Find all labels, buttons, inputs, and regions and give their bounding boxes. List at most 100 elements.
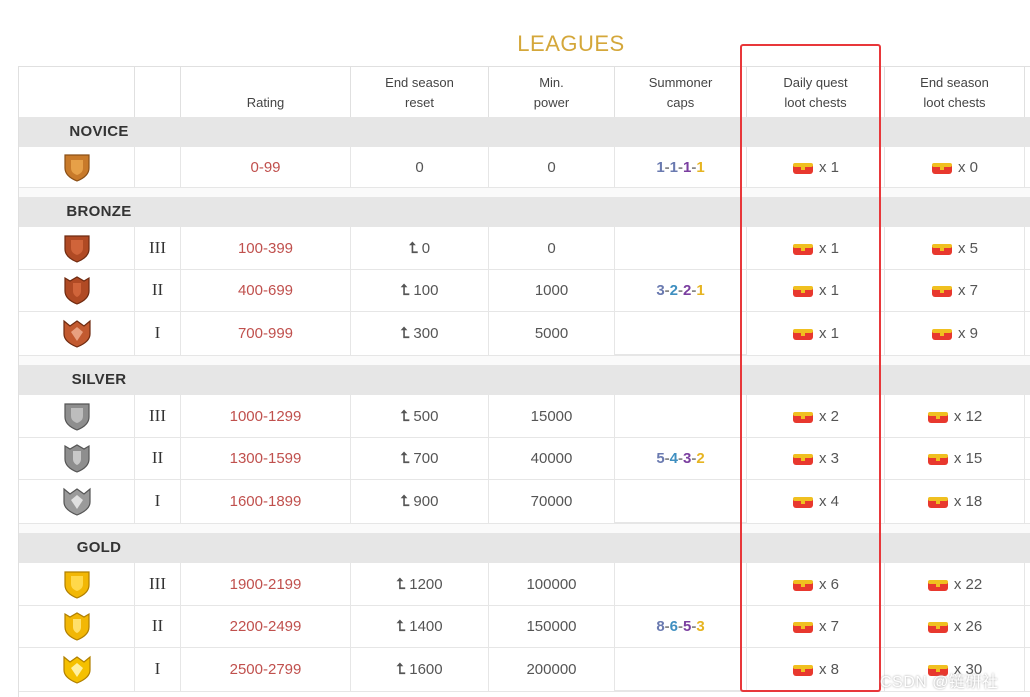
- min-power: 0: [489, 147, 615, 187]
- header-summoner-caps: Summoner caps: [615, 67, 747, 117]
- daily-quest-highlight-box: [740, 44, 881, 692]
- cap-value: 1: [696, 158, 705, 176]
- min-power: 70000: [489, 479, 615, 523]
- cap-value: 2: [669, 282, 678, 299]
- season-count: x 22: [953, 575, 983, 593]
- header-end-season-reset: End season reset: [351, 67, 489, 117]
- arrow-up-icon: ⮤: [396, 660, 406, 678]
- tier-label: III: [135, 563, 181, 605]
- gold-shield-icon: [63, 571, 90, 599]
- summoner-caps: 3-2-2-1: [615, 227, 747, 355]
- shield-icon: [19, 395, 135, 437]
- tier-label: II: [135, 269, 181, 311]
- tier-label: I: [135, 647, 181, 691]
- reset-amount: 1200: [409, 575, 443, 593]
- summoner-caps: 8-6-5-3: [615, 563, 747, 691]
- chest-icon: [931, 163, 952, 174]
- silver-shield-icon: [62, 487, 91, 516]
- section-label: NOVICE: [69, 123, 129, 140]
- arrow-up-icon: ⮤: [400, 324, 410, 342]
- shield-icon: [19, 479, 135, 523]
- rating-range: 0-99: [181, 147, 351, 187]
- cap-value: 6: [669, 618, 678, 635]
- reset-amount: 700: [413, 449, 439, 467]
- reset-value: ⮤ 1600: [351, 647, 489, 691]
- novice-shield-icon: [63, 154, 90, 182]
- min-power: 1000: [489, 269, 615, 311]
- reset-amount: 0: [421, 239, 431, 257]
- header-rating: Rating: [181, 67, 351, 117]
- season-loot: x 12: [885, 395, 1025, 437]
- season-loot: x 26: [885, 605, 1025, 647]
- tier-label: III: [135, 227, 181, 269]
- shield-icon: [19, 227, 135, 269]
- reset-value: ⮤ 700: [351, 437, 489, 479]
- shield-icon: [19, 605, 135, 647]
- season-count: x 26: [953, 617, 983, 635]
- rating-range: 2200-2499: [181, 605, 351, 647]
- tier-label: I: [135, 479, 181, 523]
- arrow-up-icon: ⮤: [400, 449, 410, 467]
- chest-icon: [927, 454, 948, 465]
- season-count: x 7: [957, 281, 978, 299]
- cap-value: 5: [656, 450, 665, 467]
- header-tier-col: [135, 67, 181, 117]
- rating-range: 700-999: [181, 311, 351, 355]
- gold-shield-icon: [63, 612, 90, 641]
- reset-amount: 100: [413, 281, 439, 299]
- season-count: x 18: [953, 492, 983, 510]
- cap-value: 3: [696, 618, 705, 635]
- shield-icon: [19, 147, 135, 187]
- rating-range: 2500-2799: [181, 647, 351, 691]
- season-loot: x 9: [885, 311, 1025, 355]
- tier-label: I: [135, 311, 181, 355]
- cap-value: 1: [683, 158, 692, 176]
- bronze-shield-icon: [62, 319, 91, 348]
- arrow-up-icon: ⮤: [396, 575, 406, 593]
- header-end-season-loot: End season loot chests: [885, 67, 1025, 117]
- chest-icon: [931, 329, 952, 340]
- shield-icon: [19, 647, 135, 691]
- rating-range: 1900-2199: [181, 563, 351, 605]
- season-count: x 9: [957, 324, 978, 342]
- header-min-power: Min. power: [489, 67, 615, 117]
- cap-value: 1: [669, 158, 678, 176]
- cap-value: 4: [669, 450, 678, 467]
- summoner-caps: 5-4-3-2: [615, 395, 747, 523]
- rating-range: 1600-1899: [181, 479, 351, 523]
- reset-value: ⮤ 0: [351, 227, 489, 269]
- watermark: CSDN @链研社: [880, 674, 999, 691]
- cap-value: 8: [656, 618, 665, 635]
- min-power: 200000: [489, 647, 615, 691]
- arrow-up-icon: ⮤: [400, 407, 410, 425]
- chest-icon: [927, 622, 948, 633]
- rating-range: 1300-1599: [181, 437, 351, 479]
- silver-shield-icon: [63, 444, 90, 473]
- bronze-shield-icon: [63, 235, 90, 263]
- chest-icon: [927, 497, 948, 508]
- section-label: SILVER: [71, 371, 127, 388]
- reset-value: ⮤ 1400: [351, 605, 489, 647]
- arrow-up-icon: ⮤: [396, 617, 406, 635]
- arrow-up-icon: ⮤: [408, 239, 418, 257]
- reset-value: ⮤ 1200: [351, 563, 489, 605]
- min-power: 100000: [489, 563, 615, 605]
- bronze-shield-icon: [63, 276, 90, 305]
- tier-label: [135, 147, 181, 187]
- summoner-caps: 1-1-1-1: [615, 147, 747, 187]
- rating-range: 400-699: [181, 269, 351, 311]
- arrow-up-icon: ⮤: [400, 492, 410, 510]
- season-loot: x 22: [885, 563, 1025, 605]
- chest-icon: [931, 286, 952, 297]
- shield-icon: [19, 269, 135, 311]
- season-loot: x 18: [885, 479, 1025, 523]
- season-count: x 12: [953, 407, 983, 425]
- section-label: GOLD: [76, 539, 122, 556]
- season-count: x 0: [957, 158, 978, 176]
- rating-range: 100-399: [181, 227, 351, 269]
- min-power: 150000: [489, 605, 615, 647]
- rating-range: 1000-1299: [181, 395, 351, 437]
- chest-icon: [927, 580, 948, 591]
- tier-label: II: [135, 437, 181, 479]
- reset-amount: 900: [413, 492, 439, 510]
